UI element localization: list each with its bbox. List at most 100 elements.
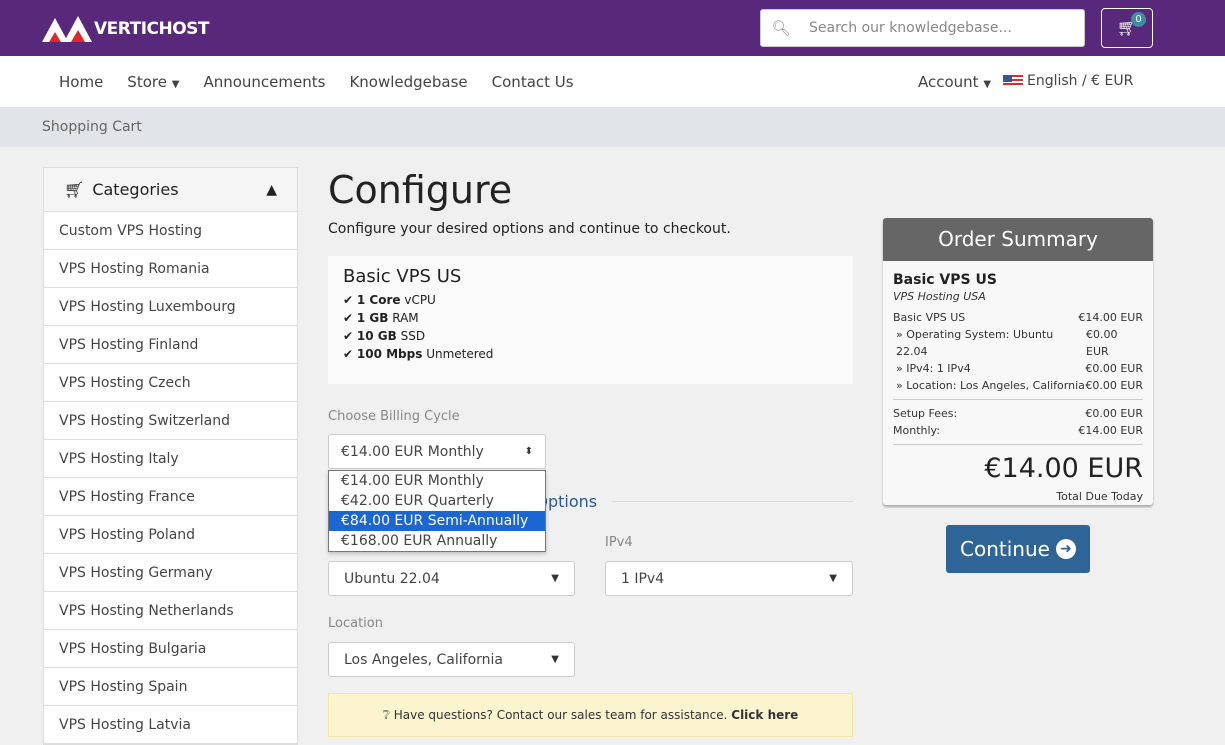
ipv4-value: 1 IPv4 bbox=[621, 570, 665, 587]
chevron-down-icon: ▼ bbox=[829, 573, 837, 584]
monthly-label: Monthly: bbox=[893, 424, 940, 437]
feature-unit: Unmetered bbox=[426, 347, 494, 361]
sidebar-item[interactable]: VPS Hosting Spain bbox=[44, 668, 297, 706]
language-label: English / € EUR bbox=[1027, 73, 1134, 89]
caret-down-icon: ▼ bbox=[171, 78, 180, 90]
cart-count: 0 bbox=[1131, 12, 1146, 27]
logo[interactable]: VERTICHOST bbox=[42, 16, 210, 42]
product-feature: ✔ 10 GB SSD bbox=[343, 329, 426, 343]
location-select[interactable]: Los Angeles, California ▼ bbox=[328, 642, 575, 677]
location-label: Location bbox=[328, 616, 383, 631]
account-menu[interactable]: Account ▼ bbox=[918, 73, 991, 91]
logo-text: VERTICHOST bbox=[94, 19, 210, 39]
os-value: Ubuntu 22.04 bbox=[344, 570, 440, 587]
search-input[interactable]: 🔍︎ Search our knowledgebase... bbox=[760, 9, 1085, 47]
chevron-down-icon: ▼ bbox=[551, 654, 559, 665]
page-title: Configure bbox=[328, 168, 513, 212]
chevron-up-icon[interactable]: ▲ bbox=[266, 182, 277, 198]
sales-help-box: ❔︎ Have questions? Contact our sales tea… bbox=[328, 693, 853, 737]
cart-icon: 🛒︎ bbox=[64, 180, 85, 199]
billing-option[interactable]: €84.00 EUR Semi-Annually bbox=[329, 511, 545, 531]
logo-mountains-icon bbox=[42, 16, 92, 42]
sidebar-item[interactable]: VPS Hosting Netherlands bbox=[44, 592, 297, 630]
feature-value: 10 GB bbox=[356, 329, 397, 343]
help-link[interactable]: Click here bbox=[731, 708, 798, 722]
setup-fees-value: €0.00 EUR bbox=[1085, 407, 1143, 420]
search-icon: 🔍︎ bbox=[771, 19, 791, 37]
summary-line: Basic VPS US €14.00 EUR bbox=[893, 309, 1143, 326]
sidebar-item[interactable]: VPS Hosting Romania bbox=[44, 250, 297, 288]
feature-value: 1 Core bbox=[356, 293, 401, 307]
summary-line: » Operating System: Ubuntu 22.04 €0.00 EU… bbox=[893, 326, 1143, 360]
line-price: €0.00 EUR bbox=[1086, 328, 1118, 358]
product-feature: ✔ 100 Mbps Unmetered bbox=[343, 347, 494, 361]
nav-knowledgebase[interactable]: Knowledgebase bbox=[349, 73, 467, 91]
sidebar-item[interactable]: VPS Hosting Italy bbox=[44, 440, 297, 478]
sidebar-item[interactable]: VPS Hosting Poland bbox=[44, 516, 297, 554]
feature-value: 100 Mbps bbox=[356, 347, 423, 361]
feature-value: 1 GB bbox=[356, 311, 389, 325]
sidebar-item[interactable]: VPS Hosting Latvia bbox=[44, 706, 297, 744]
sort-arrows-icon: ⬍ bbox=[524, 446, 533, 457]
feature-unit: vCPU bbox=[404, 293, 436, 307]
feature-unit: RAM bbox=[392, 311, 419, 325]
billing-option[interactable]: €42.00 EUR Quarterly bbox=[329, 491, 545, 511]
continue-button[interactable]: Continue ➜ bbox=[946, 525, 1090, 573]
main-nav: Home Store ▼ Announcements Knowledgebase… bbox=[0, 56, 1225, 107]
line-price: €0.00 EUR bbox=[1085, 362, 1143, 375]
sidebar-item[interactable]: VPS Hosting Czech bbox=[44, 364, 297, 402]
setup-fees-label: Setup Fees: bbox=[893, 407, 958, 420]
line-label: » IPv4: 1 IPv4 bbox=[896, 362, 971, 375]
summary-line: » Location: Los Angeles, California €0.00… bbox=[893, 377, 1143, 394]
billing-cycle-value: €14.00 EUR Monthly bbox=[341, 443, 484, 460]
summary-group: VPS Hosting USA bbox=[893, 290, 986, 303]
location-value: Los Angeles, California bbox=[344, 651, 503, 668]
chevron-down-icon: ▼ bbox=[551, 573, 559, 584]
sidebar-item[interactable]: VPS Hosting Finland bbox=[44, 326, 297, 364]
categories-header[interactable]: 🛒︎ Categories ▲ bbox=[44, 168, 297, 212]
categories-title: Categories bbox=[92, 180, 179, 199]
product-feature: ✔ 1 Core vCPU bbox=[343, 293, 436, 307]
account-label: Account bbox=[918, 73, 979, 91]
help-text: Have questions? Contact our sales team f… bbox=[393, 708, 728, 722]
monthly-value: €14.00 EUR bbox=[1078, 424, 1143, 437]
sidebar-item[interactable]: VPS Hosting Germany bbox=[44, 554, 297, 592]
nav-announcements[interactable]: Announcements bbox=[203, 73, 325, 91]
billing-cycle-select[interactable]: €14.00 EUR Monthly ⬍ bbox=[328, 434, 546, 469]
order-summary-title: Order Summary bbox=[883, 218, 1153, 261]
categories-sidebar: 🛒︎ Categories ▲ Custom VPS Hosting VPS Host… bbox=[43, 167, 298, 745]
nav-home[interactable]: Home bbox=[59, 73, 103, 91]
sidebar-item[interactable]: VPS Hosting Bulgaria bbox=[44, 630, 297, 668]
line-price: €14.00 EUR bbox=[1078, 311, 1143, 324]
billing-cycle-dropdown: €14.00 EUR Monthly €42.00 EUR Quarterly €8… bbox=[328, 470, 546, 552]
nav-contact[interactable]: Contact Us bbox=[492, 73, 574, 91]
sidebar-item[interactable]: VPS Hosting Switzerland bbox=[44, 402, 297, 440]
line-label: » Location: Los Angeles, California bbox=[896, 379, 1085, 392]
line-label: Basic VPS US bbox=[893, 311, 966, 324]
top-bar: VERTICHOST 🔍︎ Search our knowledgebase..… bbox=[0, 0, 1225, 56]
sidebar-item[interactable]: VPS Hosting France bbox=[44, 478, 297, 516]
continue-label: Continue bbox=[960, 537, 1050, 561]
line-label: » Operating System: Ubuntu 22.04 bbox=[896, 328, 1054, 358]
billing-cycle-label: Choose Billing Cycle bbox=[328, 409, 460, 424]
summary-product: Basic VPS US bbox=[893, 272, 997, 288]
total-due: €14.00 EUR bbox=[984, 453, 1143, 484]
page-subtitle: Configure your desired options and conti… bbox=[328, 221, 731, 237]
total-due-label: Total Due Today bbox=[1056, 490, 1143, 503]
cart-button[interactable]: 🛒︎ 0 bbox=[1101, 8, 1153, 48]
billing-option[interactable]: €14.00 EUR Monthly bbox=[329, 471, 545, 491]
feature-unit: SSD bbox=[400, 329, 426, 343]
sidebar-item[interactable]: VPS Hosting Luxembourg bbox=[44, 288, 297, 326]
os-select[interactable]: Ubuntu 22.04 ▼ bbox=[328, 561, 575, 596]
product-feature: ✔ 1 GB RAM bbox=[343, 311, 419, 325]
search-placeholder: Search our knowledgebase... bbox=[809, 20, 1012, 36]
line-price: €0.00 EUR bbox=[1085, 379, 1143, 392]
language-selector[interactable]: English / € EUR bbox=[1003, 73, 1133, 89]
billing-option[interactable]: €168.00 EUR Annually bbox=[329, 531, 545, 551]
nav-store[interactable]: Store ▼ bbox=[127, 73, 179, 91]
sidebar-item[interactable]: Custom VPS Hosting bbox=[44, 212, 297, 250]
ipv4-select[interactable]: 1 IPv4 ▼ bbox=[605, 561, 853, 596]
breadcrumb: Shopping Cart bbox=[0, 107, 1225, 147]
product-info: Basic VPS US ✔ 1 Core vCPU ✔ 1 GB RAM ✔ 10… bbox=[328, 256, 853, 384]
us-flag-icon bbox=[1003, 75, 1023, 87]
